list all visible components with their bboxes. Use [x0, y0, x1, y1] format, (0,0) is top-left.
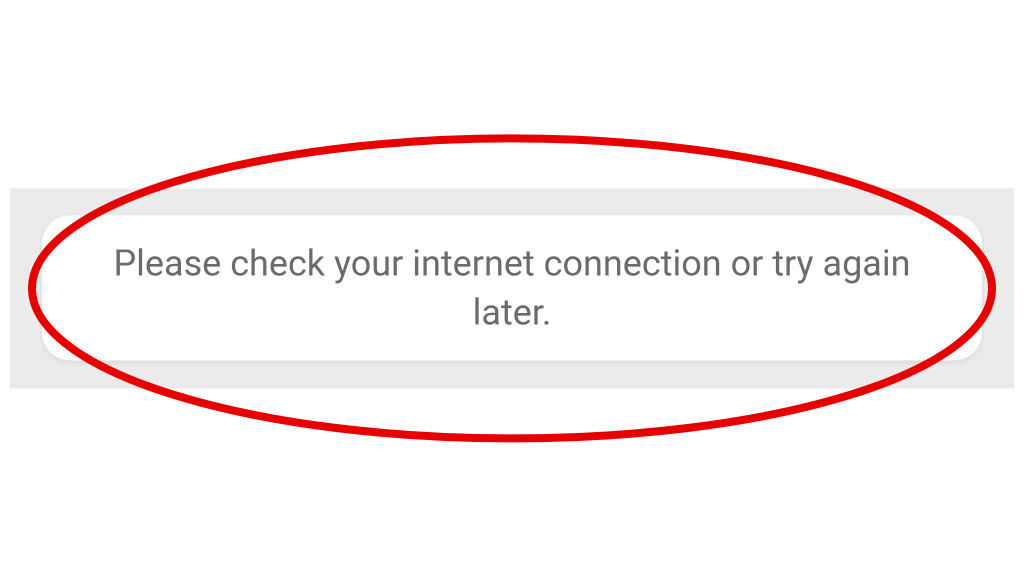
- toast-message: Please check your internet connection or…: [82, 239, 942, 336]
- toast-container: Please check your internet connection or…: [0, 215, 1024, 360]
- error-toast: Please check your internet connection or…: [42, 215, 982, 360]
